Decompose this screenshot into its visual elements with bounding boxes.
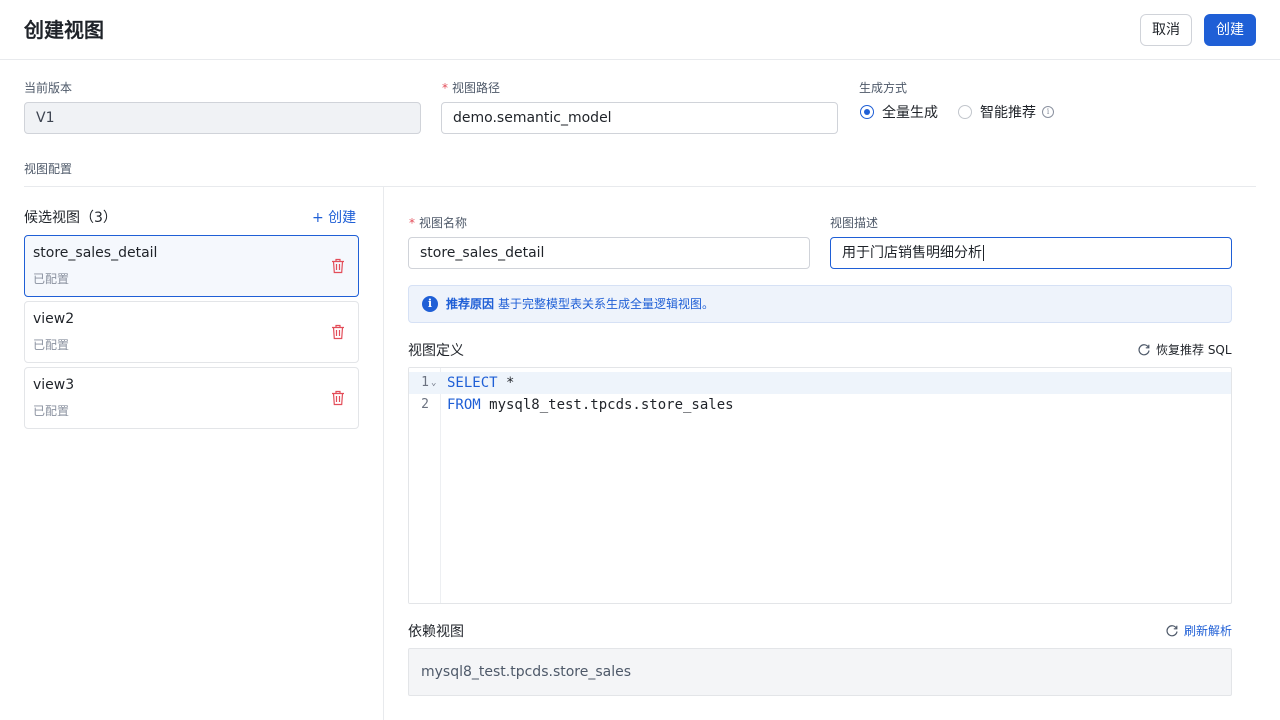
- code-text: SELECT *: [447, 372, 514, 394]
- candidate-card[interactable]: view3 已配置: [24, 367, 359, 429]
- code-text: FROM mysql8_test.tpcds.store_sales: [447, 394, 734, 416]
- refresh-icon: [1166, 624, 1178, 636]
- candidates-title: 候选视图（3）: [24, 210, 117, 226]
- radio-smart-recommend[interactable]: 智能推荐 i: [958, 102, 1054, 122]
- create-button[interactable]: 创建: [1204, 14, 1256, 46]
- required-mark: *: [409, 216, 415, 230]
- reason-text: 推荐原因 基于完整模型表关系生成全量逻辑视图。: [446, 296, 714, 312]
- view-desc-value: 用于门店销售明细分析: [842, 245, 982, 261]
- radio-unchecked-icon: [958, 105, 972, 119]
- candidate-card[interactable]: view2 已配置: [24, 301, 359, 363]
- version-label: 当前版本: [24, 81, 73, 95]
- candidate-name: view2: [33, 311, 75, 327]
- restore-sql-button[interactable]: 恢复推荐 SQL: [1137, 341, 1232, 358]
- sql-editor[interactable]: 1 ⌄ SELECT * 2 FROM mysql8_test.tpcds.st…: [408, 367, 1232, 604]
- path-label: * 视图路径: [442, 80, 500, 96]
- mode-label: 生成方式: [859, 81, 908, 95]
- restore-sql-label: 恢复推荐 SQL: [1156, 343, 1232, 357]
- radio-full-generation[interactable]: 全量生成: [860, 102, 938, 122]
- trash-icon[interactable]: [331, 324, 345, 340]
- section-title: 视图配置: [24, 162, 73, 176]
- code-line[interactable]: 2 FROM mysql8_test.tpcds.store_sales: [409, 394, 1231, 416]
- radio-checked-icon: [860, 105, 874, 119]
- dependency-view-field: mysql8_test.tpcds.store_sales: [408, 648, 1232, 696]
- refresh-parse-button[interactable]: 刷新解析: [1165, 622, 1232, 639]
- radio-label: 全量生成: [882, 105, 938, 121]
- candidate-status: 已配置: [33, 272, 70, 286]
- mode-radio-group: 全量生成 智能推荐 i: [860, 102, 1074, 122]
- info-icon: i: [422, 296, 438, 312]
- reason-title: 推荐原因: [446, 297, 495, 311]
- panel-divider: [383, 187, 384, 720]
- sql-keyword: FROM: [447, 397, 481, 413]
- sql-rest: mysql8_test.tpcds.store_sales: [480, 397, 734, 413]
- line-number: 1: [421, 375, 429, 390]
- cancel-button[interactable]: 取消: [1140, 14, 1192, 46]
- code-line[interactable]: 1 ⌄ SELECT *: [409, 372, 1231, 394]
- reason-body: 基于完整模型表关系生成全量逻辑视图。: [498, 297, 715, 311]
- recommend-reason-banner: i 推荐原因 基于完整模型表关系生成全量逻辑视图。: [408, 285, 1232, 323]
- candidate-status: 已配置: [33, 404, 70, 418]
- dependency-title: 依赖视图: [408, 624, 464, 640]
- refresh-icon: [1138, 343, 1150, 355]
- candidate-name: view3: [33, 377, 75, 393]
- radio-label: 智能推荐: [980, 105, 1036, 121]
- view-desc-label: 视图描述: [830, 216, 879, 230]
- view-desc-input[interactable]: 用于门店销售明细分析: [830, 237, 1232, 269]
- view-name-input[interactable]: store_sales_detail: [408, 237, 810, 269]
- text-cursor: [983, 245, 984, 261]
- candidate-card[interactable]: store_sales_detail 已配置: [24, 235, 359, 297]
- candidate-name: store_sales_detail: [33, 245, 158, 261]
- view-name-label: * 视图名称: [409, 215, 467, 231]
- view-name-label-text: 视图名称: [419, 216, 468, 230]
- fold-chevron-icon[interactable]: ⌄: [431, 372, 436, 394]
- add-candidate-button[interactable]: + 创建: [312, 207, 356, 227]
- sql-rest: *: [497, 375, 515, 391]
- page-title: 创建视图: [24, 18, 104, 42]
- required-mark: *: [442, 81, 448, 95]
- definition-title: 视图定义: [408, 343, 464, 359]
- candidate-status: 已配置: [33, 338, 70, 352]
- refresh-parse-label: 刷新解析: [1184, 624, 1233, 638]
- trash-icon[interactable]: [331, 258, 345, 274]
- view-path-input[interactable]: demo.semantic_model: [441, 102, 838, 134]
- sql-keyword: SELECT: [447, 375, 498, 391]
- trash-icon[interactable]: [331, 390, 345, 406]
- section-divider: [24, 186, 1256, 187]
- version-field: V1: [24, 102, 421, 134]
- page-header: 创建视图 取消 创建: [0, 0, 1280, 60]
- line-number: 2: [421, 397, 429, 412]
- path-label-text: 视图路径: [452, 81, 501, 95]
- info-icon[interactable]: i: [1042, 106, 1054, 118]
